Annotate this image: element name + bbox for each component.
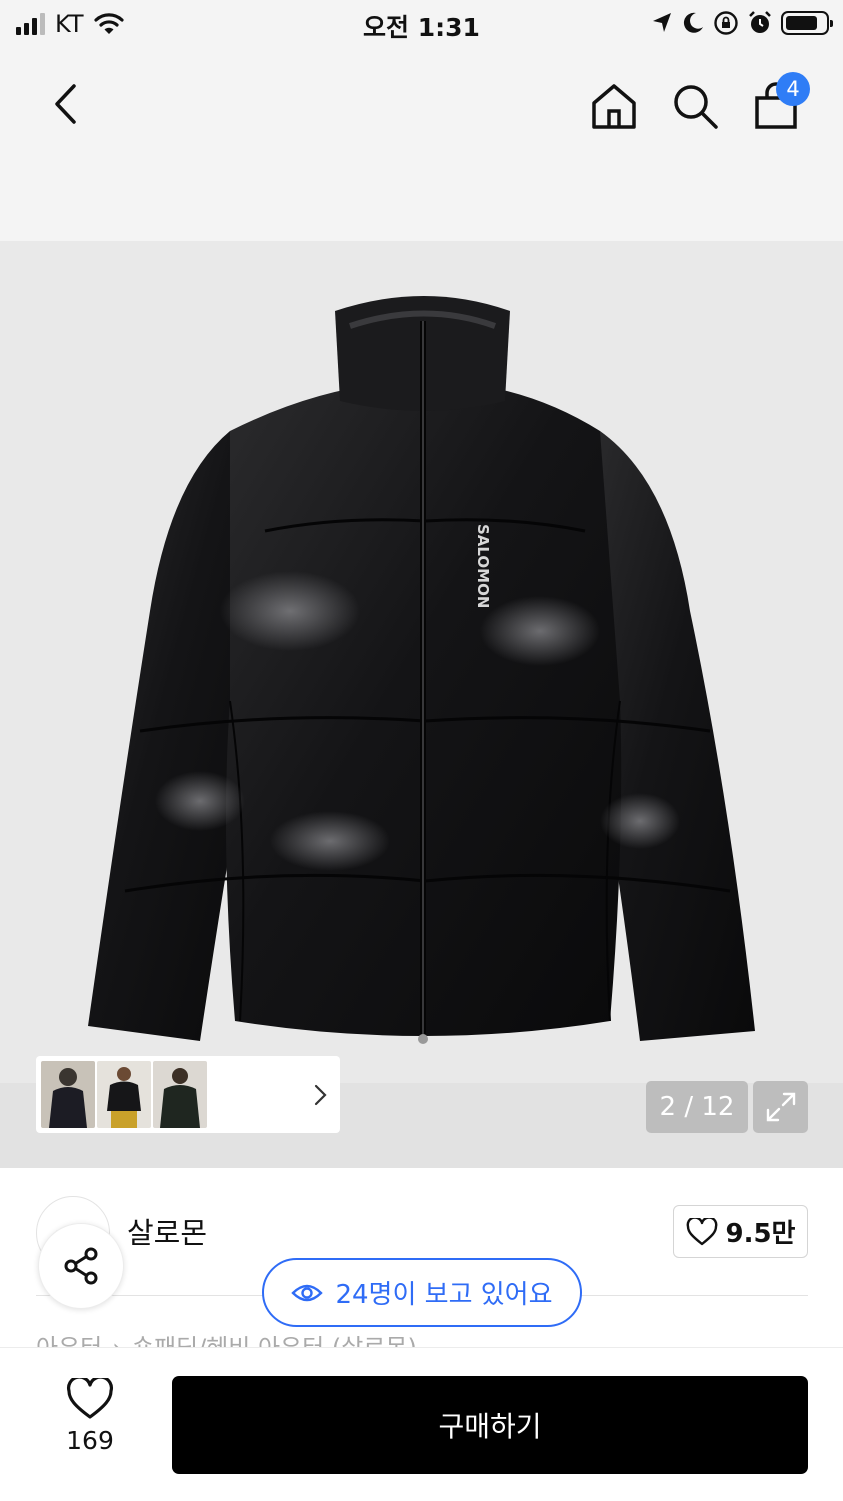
location-arrow-icon: [653, 13, 671, 32]
status-bar: KT 오전 1:31: [0, 0, 843, 48]
home-button[interactable]: [586, 78, 642, 134]
heart-outline-icon: [66, 1378, 114, 1419]
product-image-gallery[interactable]: SALOMON 2 / 12: [0, 241, 843, 1168]
chevron-right-icon[interactable]: [310, 1082, 330, 1108]
alarm-icon: [749, 11, 771, 33]
battery-icon: [781, 11, 833, 35]
shopping-bag-button[interactable]: 4: [748, 72, 810, 134]
breadcrumb-item[interactable]: 숏패딩/헤비 아우터 (살로몬): [132, 1330, 417, 1348]
product-image: SALOMON: [88, 296, 755, 1044]
status-right: [651, 10, 833, 36]
thumbnail-2[interactable]: [97, 1061, 151, 1128]
home-icon: [592, 84, 636, 129]
search-button[interactable]: [667, 78, 723, 134]
expand-icon: [766, 1092, 795, 1122]
nav-header: 4: [0, 48, 843, 241]
breadcrumb-item[interactable]: 아우터: [36, 1330, 102, 1348]
buy-button[interactable]: 구매하기: [172, 1376, 808, 1474]
thumbnail-3[interactable]: [153, 1061, 207, 1128]
viewers-text: 24명이 보고 있어요: [335, 1280, 553, 1310]
back-button[interactable]: [40, 78, 92, 130]
eye-icon: [291, 1284, 324, 1301]
chevron-left-icon: [55, 84, 76, 124]
viewers-badge: 24명이 보고 있어요: [262, 1258, 582, 1327]
brand-name[interactable]: 살로몬: [127, 1210, 207, 1252]
cart-count-badge: 4: [776, 72, 810, 106]
heart-outline-icon: [686, 1217, 717, 1245]
bottom-action-bar: 169 구매하기: [0, 1347, 843, 1501]
jacket-logo: SALOMON: [474, 524, 492, 608]
thumbnail-1[interactable]: [41, 1061, 95, 1128]
moon-icon: [683, 12, 703, 33]
breadcrumb: 아우터 › 숏패딩/헤비 아우터 (살로몬): [36, 1330, 417, 1348]
thumbnail-strip[interactable]: [36, 1056, 340, 1133]
brand-like-count: 9.5만: [725, 1219, 796, 1249]
wishlist-button[interactable]: 169: [50, 1378, 130, 1473]
expand-image-button[interactable]: [753, 1081, 808, 1133]
image-counter: 2 / 12: [646, 1081, 748, 1133]
search-icon: [674, 85, 718, 129]
share-icon: [64, 1247, 98, 1285]
breadcrumb-separator: ›: [112, 1334, 122, 1348]
rotation-lock-icon: [714, 11, 738, 35]
share-button[interactable]: [38, 1223, 124, 1309]
brand-like-button[interactable]: 9.5만: [673, 1205, 808, 1258]
wishlist-count: 169: [66, 1426, 114, 1455]
